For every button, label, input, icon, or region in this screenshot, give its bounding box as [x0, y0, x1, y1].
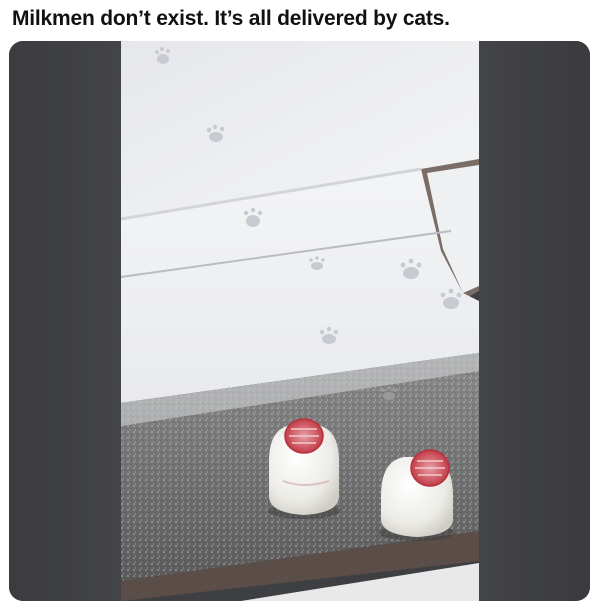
post-caption: Milkmen don’t exist. It’s all delivered …	[12, 7, 450, 30]
milk-bottle-left	[268, 418, 340, 519]
letterbox-right	[479, 41, 590, 601]
post-image[interactable]	[9, 41, 590, 601]
post-card: Milkmen don’t exist. It’s all delivered …	[0, 0, 599, 607]
letterbox-left	[9, 41, 121, 601]
photo-frame	[121, 41, 479, 601]
photo-drawing	[121, 41, 479, 601]
